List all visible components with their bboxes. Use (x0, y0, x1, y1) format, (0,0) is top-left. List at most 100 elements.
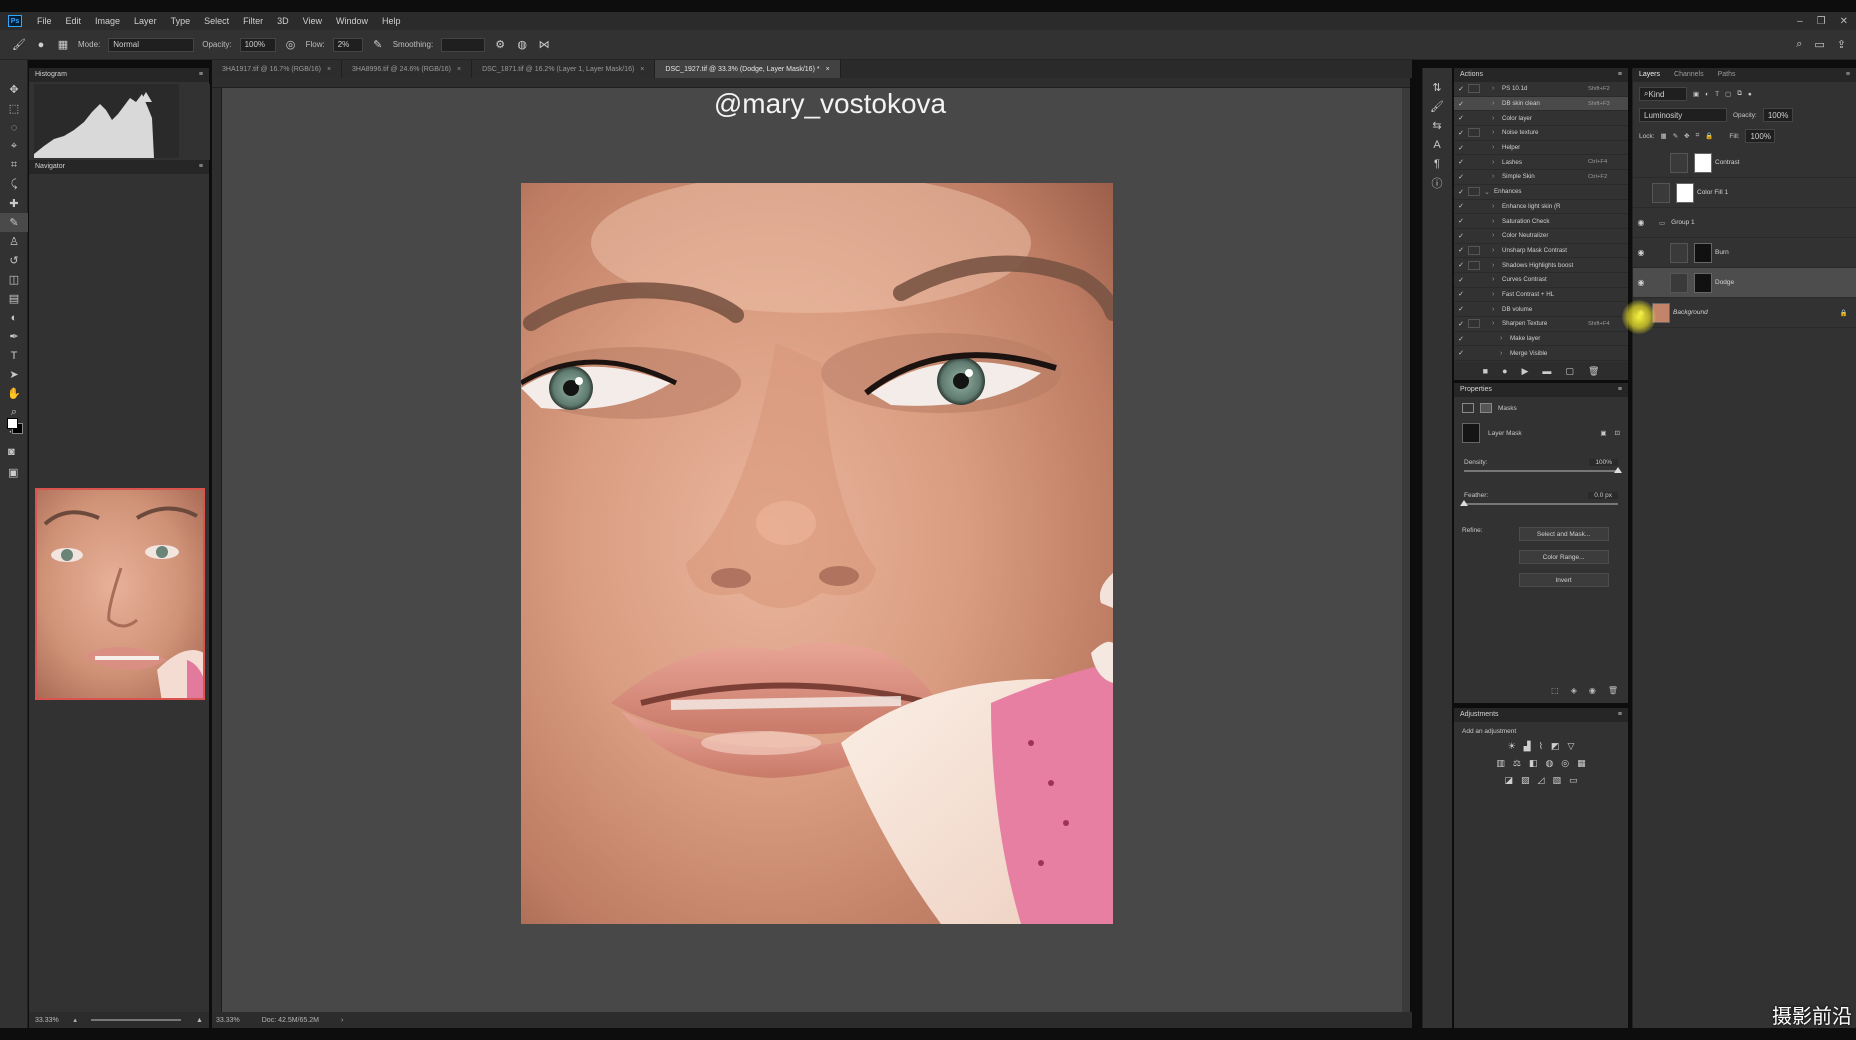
menu-type[interactable]: Type (164, 16, 198, 26)
trash-icon[interactable]: 🗑 (1588, 366, 1599, 377)
tab-document-4[interactable]: DSC_1927.tif @ 33.3% (Dodge, Layer Mask/… (655, 60, 841, 78)
action-item[interactable]: ✓ › Lashes Ctrl+F4 (1454, 155, 1628, 171)
action-check-icon[interactable]: ✓ (1454, 188, 1468, 196)
eye-icon[interactable]: ◉ (1633, 248, 1649, 257)
lock-all-icon[interactable]: 🔒 (1705, 132, 1713, 140)
panel-menu-icon[interactable]: ≡ (1846, 71, 1850, 79)
pen-tool-icon[interactable]: ✒ (0, 327, 28, 346)
expand-arrow-icon[interactable]: › (1492, 100, 1502, 107)
color-range-button[interactable]: Color Range... (1518, 550, 1609, 564)
action-check-icon[interactable]: ✓ (1454, 261, 1468, 269)
add-vector-mask-icon[interactable]: ⊡ (1615, 429, 1620, 437)
menu-layer[interactable]: Layer (127, 16, 164, 26)
menu-image[interactable]: Image (88, 16, 127, 26)
action-item[interactable]: ✓ › Shadows Highlights boost (1454, 258, 1628, 273)
expand-arrow-icon[interactable]: › (1500, 350, 1510, 357)
action-item[interactable]: ✓ › Unsharp Mask Contrast (1454, 244, 1628, 259)
panel-menu-icon[interactable]: ≡ (199, 71, 203, 79)
trash-icon[interactable]: 🗑 (1608, 686, 1618, 695)
dodge-tool-icon[interactable]: ◐ (0, 308, 28, 327)
action-check-icon[interactable]: ✓ (1454, 85, 1468, 93)
action-check-icon[interactable]: ✓ (1454, 335, 1468, 343)
minimize-icon[interactable]: – (1797, 16, 1803, 27)
expand-arrow-icon[interactable]: › (1492, 115, 1502, 122)
close-icon[interactable]: × (826, 66, 830, 73)
new-action-icon[interactable]: ▢ (1565, 366, 1574, 377)
menu-help[interactable]: Help (375, 16, 408, 26)
apply-mask-icon[interactable]: ◈ (1571, 686, 1577, 695)
action-dialog-toggle[interactable] (1468, 260, 1480, 270)
expand-arrow-icon[interactable]: › (1492, 144, 1502, 151)
path-select-icon[interactable]: ➤ (0, 365, 28, 384)
action-check-icon[interactable]: ✓ (1454, 276, 1468, 284)
action-dialog-toggle[interactable] (1468, 290, 1480, 299)
action-check-icon[interactable]: ✓ (1454, 232, 1468, 240)
action-check-icon[interactable]: ✓ (1454, 246, 1468, 254)
action-check-icon[interactable]: ✓ (1454, 173, 1468, 181)
expand-arrow-icon[interactable]: › (1492, 276, 1502, 283)
expand-arrow-icon[interactable]: › (1492, 203, 1502, 210)
tab-document-2[interactable]: 3HA8996.tif @ 24.6% (RGB/16) × (342, 60, 473, 78)
expand-arrow-icon[interactable]: › (1492, 291, 1502, 298)
zoom-out-icon[interactable]: ▴ (73, 1016, 77, 1024)
threshold-icon[interactable]: ◿ (1538, 775, 1545, 786)
filter-type-icon[interactable]: T (1715, 91, 1719, 98)
action-item[interactable]: ✓ › Simple Skin Ctrl+F2 (1454, 170, 1628, 185)
action-check-icon[interactable]: ✓ (1454, 290, 1468, 298)
record-icon[interactable]: ● (1502, 366, 1507, 376)
close-icon[interactable]: × (457, 66, 461, 73)
vibrance-icon[interactable]: ▽ (1568, 741, 1575, 752)
black-white-icon[interactable]: ◧ (1529, 758, 1538, 769)
expand-arrow-icon[interactable]: › (1500, 335, 1510, 342)
action-dialog-toggle[interactable] (1468, 305, 1480, 314)
portrait-photo[interactable] (521, 183, 1113, 924)
layer-row[interactable]: Contrast (1633, 148, 1856, 178)
tab-channels[interactable]: Channels (1674, 71, 1704, 79)
curves-icon[interactable]: ⌇ (1539, 741, 1543, 752)
action-check-icon[interactable]: ✓ (1454, 100, 1468, 108)
layer-row[interactable]: ◉ ▭ Group 1 (1633, 208, 1856, 238)
action-dialog-toggle[interactable] (1468, 231, 1480, 240)
action-item[interactable]: ✓ › Fast Contrast + HL (1454, 288, 1628, 303)
pressure-opacity-icon[interactable]: ◎ (284, 38, 298, 52)
eraser-icon[interactable]: ◫ (0, 270, 28, 289)
filter-adjust-icon[interactable]: ◐ (1705, 91, 1709, 98)
action-dialog-toggle[interactable] (1468, 128, 1480, 138)
clone-stamp-icon[interactable]: ♙ (0, 232, 28, 251)
filter-pixel-icon[interactable]: ▣ (1693, 90, 1699, 98)
tab-layers[interactable]: Layers (1639, 71, 1660, 79)
vector-mask-icon[interactable] (1480, 403, 1492, 413)
expand-arrow-icon[interactable]: › (1492, 85, 1502, 92)
load-selection-icon[interactable]: ⬚ (1551, 686, 1559, 695)
action-dialog-toggle[interactable] (1468, 114, 1480, 123)
quick-mask-icon[interactable]: ◙ (8, 446, 15, 458)
status-zoom[interactable]: 33.33% (216, 1017, 240, 1024)
levels-icon[interactable]: ▟ (1524, 741, 1531, 752)
airbrush-icon[interactable]: ✎ (371, 38, 385, 52)
action-dialog-toggle[interactable] (1468, 319, 1480, 329)
brush-settings-icon[interactable]: ▦ (56, 38, 70, 52)
menu-filter[interactable]: Filter (236, 16, 270, 26)
layer-opacity-field[interactable]: 100% (1762, 108, 1793, 122)
action-item[interactable]: ✓ › Color Neutralizer (1454, 229, 1628, 244)
filter-smart-icon[interactable]: ⧉ (1737, 90, 1742, 98)
navigator-thumbnail[interactable] (35, 488, 205, 700)
stop-icon[interactable]: ■ (1483, 366, 1488, 376)
invert-button[interactable]: Invert (1518, 573, 1609, 587)
action-dialog-toggle[interactable] (1468, 172, 1480, 181)
action-item[interactable]: ✓ › DB skin clean Shift+F3 (1454, 96, 1628, 112)
lock-paint-icon[interactable]: ✎ (1673, 132, 1678, 140)
brush-size-icon[interactable]: ● (34, 38, 48, 52)
action-dialog-toggle[interactable] (1468, 202, 1480, 211)
feather-slider[interactable] (1460, 500, 1618, 506)
menu-window[interactable]: Window (329, 16, 375, 26)
action-item[interactable]: ✓ › Sharpen Texture Shift+F4 (1454, 317, 1628, 332)
tab-document-1[interactable]: 3HA1917.tif @ 16.7% (RGB/16) × (212, 60, 343, 78)
marquee-tool-icon[interactable]: ⬚ (0, 99, 28, 118)
pressure-size-icon[interactable]: ◍ (515, 38, 529, 52)
healing-brush-icon[interactable]: ✚ (0, 194, 28, 213)
lock-pixels-icon[interactable]: ▦ (1661, 132, 1667, 140)
action-item[interactable]: ✓ › Curves Contrast (1454, 273, 1628, 288)
action-item[interactable]: ✓ › Merge Visible (1454, 346, 1628, 362)
navigator-zoom[interactable]: 33.33% (35, 1017, 59, 1024)
